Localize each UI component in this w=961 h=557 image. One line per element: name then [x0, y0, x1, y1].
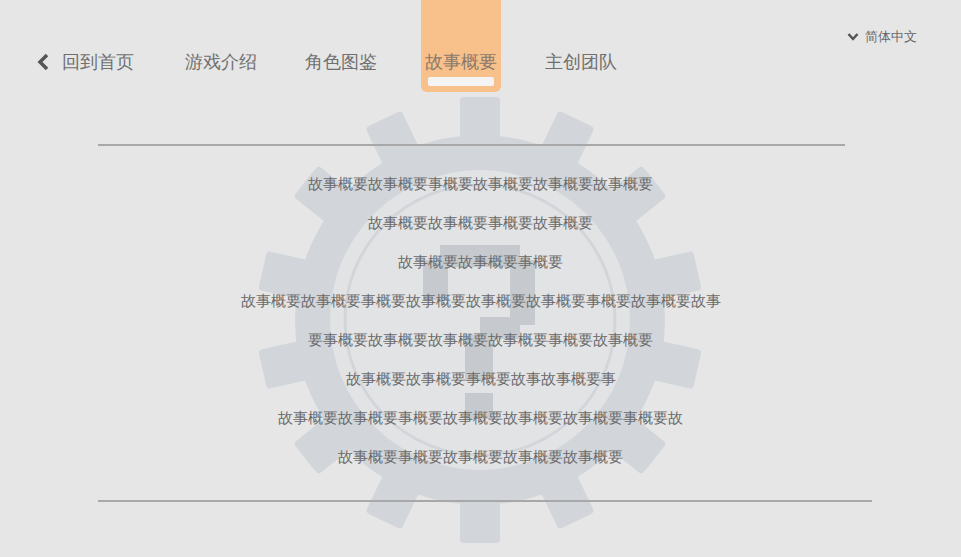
nav-tab[interactable]: 角色图鉴 — [301, 0, 381, 92]
back-label: 回到首页 — [62, 51, 134, 73]
divider-bottom — [98, 500, 872, 502]
back-home-link[interactable]: 回到首页 — [36, 0, 134, 92]
tab-list: 游戏介绍 角色图鉴 故事概要 主创团队 — [181, 0, 621, 92]
story-panel: 故事概要故事概要事概要故事概要故事概要故事概要故事概要故事概要事概要故事概要故事… — [0, 144, 961, 502]
nav-tab[interactable]: 主创团队 — [541, 0, 621, 92]
gear-watermark-icon — [255, 95, 705, 545]
story-line: 故事概要故事概要事概要故事概要故事概要故事概要 — [308, 164, 653, 203]
language-selector[interactable]: 简体中文 — [847, 28, 917, 46]
story-line: 故事概要故事概要事概要 — [398, 242, 563, 281]
tab-label: 故事概要 — [425, 51, 497, 73]
nav-tab[interactable]: 游戏介绍 — [181, 0, 261, 92]
tab-label: 主创团队 — [545, 51, 617, 73]
story-line: 故事概要故事概要事概要故事概要故事概要故事概要事概要故 — [278, 398, 683, 437]
divider-top — [98, 144, 845, 146]
story-line: 故事概要故事概要事概要故事概要 — [368, 203, 593, 242]
nav-tab[interactable]: 故事概要 — [421, 0, 501, 92]
story-text: 故事概要故事概要事概要故事概要故事概要故事概要故事概要故事概要事概要故事概要故事… — [0, 146, 961, 500]
chevron-down-icon — [847, 31, 859, 43]
top-nav: 回到首页 游戏介绍 角色图鉴 故事概要 主创团队 简体中文 — [0, 0, 961, 92]
tab-label: 游戏介绍 — [185, 51, 257, 73]
story-line: 故事概要事概要故事概要故事概要故事概要 — [338, 437, 623, 476]
tab-underline — [428, 77, 494, 86]
story-line: 故事概要故事概要事概要故事概要故事概要故事概要事概要故事概要故事 — [241, 281, 721, 320]
story-line: 要事概要故事概要故事概要故事概要事概要故事概要 — [308, 320, 653, 359]
tab-label: 角色图鉴 — [305, 51, 377, 73]
story-line: 故事概要故事概要事概要故事故事概要事 — [346, 359, 616, 398]
back-arrow-icon — [36, 51, 52, 73]
language-label: 简体中文 — [865, 28, 917, 46]
